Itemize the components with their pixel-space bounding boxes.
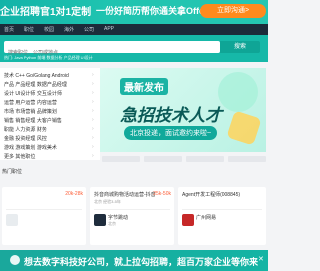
category-sub: 品牌策划 [36,109,57,115]
promo-badge: 最新发布 [120,78,168,95]
category-sub: 其他职位 [15,154,36,160]
nav-item-app[interactable]: APP [104,26,114,32]
top-banner[interactable]: 企业招聘官1对1定制 一份好简历帮你通关拿Offer 立即沟通> [0,0,268,24]
company-logo [6,214,18,226]
decoration-circle-icon [218,72,258,112]
quick-tile[interactable] [186,156,224,162]
category-row[interactable]: 市场 市场营销 品牌策划 › [4,108,94,115]
chevron-right-icon: › [92,117,94,123]
quick-tile[interactable] [228,156,266,162]
category-sub: 财务 [36,127,47,133]
top-banner-cta-button[interactable]: 立即沟通> [200,4,266,18]
category-sub: Go/Golang [26,73,51,79]
hot-jobs-title: 热门职位 [2,169,23,175]
category-sub: 用户运营 [15,100,36,106]
category-row[interactable]: 产品 产品经理 数据产品经理 › [4,81,94,88]
chevron-right-icon: › [92,90,94,96]
category-sub: 市场营销 [15,109,36,115]
category-sub: UI设计师 [15,91,36,97]
category-row[interactable]: 更多 其他职位 › [4,153,94,160]
bottom-banner[interactable]: 想去数字科技好公司，就上拉勾招聘，超百万家企业等你来 ✕ [0,250,268,271]
category-panel: 技术 C++ Go/Golang Android › 产品 产品经理 数据产品经理… [0,68,100,160]
job-card[interactable]: 抖音商城购物活动运营-抖音 25k-50k 北京 经验3-5年 字节跳动 北京 [90,187,174,245]
category-main: 设计 [4,91,15,97]
category-row[interactable]: 职能 人力资源 财务 › [4,126,94,133]
job-card[interactable]: Agent开发工程师(008845) 广州网易 [178,187,266,245]
job-salary: 20k-28k [65,191,83,197]
company-name: 广州网易 [196,215,217,221]
category-sub: 销售经理 [15,118,36,124]
job-title: 抖音商城购物活动运营-抖音 [94,192,156,198]
promo-banner[interactable]: 最新发布 急招技术人才 北京投递，面试邀约来啦~ [100,68,266,152]
search-box[interactable] [4,41,222,59]
category-main: 市场 [4,109,15,115]
top-banner-left-text: 企业招聘官1对1定制 [0,7,92,18]
category-main: 销售 [4,118,15,124]
nav-item-jobs[interactable]: 职位 [24,26,34,33]
company-logo [94,214,106,226]
chevron-right-icon: › [92,108,94,114]
chevron-right-icon: › [92,144,94,150]
divider [94,209,170,210]
decoration-box-icon [226,110,262,146]
category-sub: 人力资源 [15,127,36,133]
category-sub: 风控 [36,136,47,142]
job-card[interactable]: 20k-28k [2,187,86,245]
category-sub: 内容运营 [36,100,57,106]
divider [6,209,82,210]
chevron-right-icon: › [92,135,94,141]
category-row[interactable]: 销售 销售经理 大客户销售 › [4,117,94,124]
category-sub: 产品经理 [15,82,36,88]
chevron-right-icon: › [92,72,94,78]
category-sub: 大客户销售 [36,118,62,124]
category-main: 产品 [4,82,15,88]
company-logo [182,214,194,226]
quick-tile[interactable] [102,156,140,162]
chevron-right-icon: › [92,153,94,159]
category-row[interactable]: 运营 用户运营 内容运营 › [4,99,94,106]
nav-item-overseas[interactable]: 海外 [64,26,74,33]
search-area: 搜索 热门: Java Python 前端 数据分析 产品经理 UI设计 [0,35,268,62]
nav-item-company[interactable]: 公司 [84,26,94,33]
nav-item-campus[interactable]: 校园 [44,26,54,33]
category-row[interactable]: 游戏 游戏策划 游戏美术 › [4,144,94,151]
chevron-right-icon: › [92,99,94,105]
quick-tile[interactable] [144,156,182,162]
category-sub: C++ [15,73,25,79]
category-main: 更多 [4,154,15,160]
chevron-right-icon: › [92,81,94,87]
nav-item-home[interactable]: 首页 [4,26,14,33]
category-sub: 交互设计师 [36,91,62,97]
divider [182,209,262,210]
top-banner-middle-text: 一份好简历帮你通关拿Offer [96,6,208,16]
category-sub: 游戏策划 [15,145,36,151]
lagou-logo-icon [10,255,20,265]
job-salary: 25k-50k [153,191,171,197]
category-row[interactable]: 技术 C++ Go/Golang Android › [4,72,94,79]
company-sub: 北京 [108,221,116,226]
category-main: 职能 [4,127,15,133]
category-sub: 投资经理 [15,136,36,142]
category-sub: 游戏美术 [36,145,57,151]
job-title: Agent开发工程师(008845) [182,192,241,198]
category-sub: Android [51,73,69,79]
close-icon[interactable]: ✕ [258,255,264,263]
category-main: 金融 [4,136,15,142]
promo-headline: 急招技术人才 [120,106,222,125]
category-row[interactable]: 金融 投资经理 风控 › [4,135,94,142]
bottom-banner-text: 想去数字科技好公司，就上拉勾招聘，超百万家企业等你来 [24,257,259,267]
category-main: 运营 [4,100,15,106]
category-row[interactable]: 设计 UI设计师 交互设计师 › [4,90,94,97]
top-nav: 首页 职位 校园 海外 公司 APP [0,24,268,35]
job-meta: 北京 经验3-5年 [94,199,121,204]
search-button[interactable]: 搜索 [220,41,260,53]
category-sub: 数据产品经理 [36,82,67,88]
category-main: 游戏 [4,145,15,151]
promo-subline: 北京投递，面试邀约来啦~ [124,126,218,140]
chevron-right-icon: › [92,126,94,132]
company-name: 字节跳动 [108,215,129,221]
category-main: 技术 [4,73,15,79]
hot-words[interactable]: 热门: Java Python 前端 数据分析 产品经理 UI设计 [4,55,93,61]
